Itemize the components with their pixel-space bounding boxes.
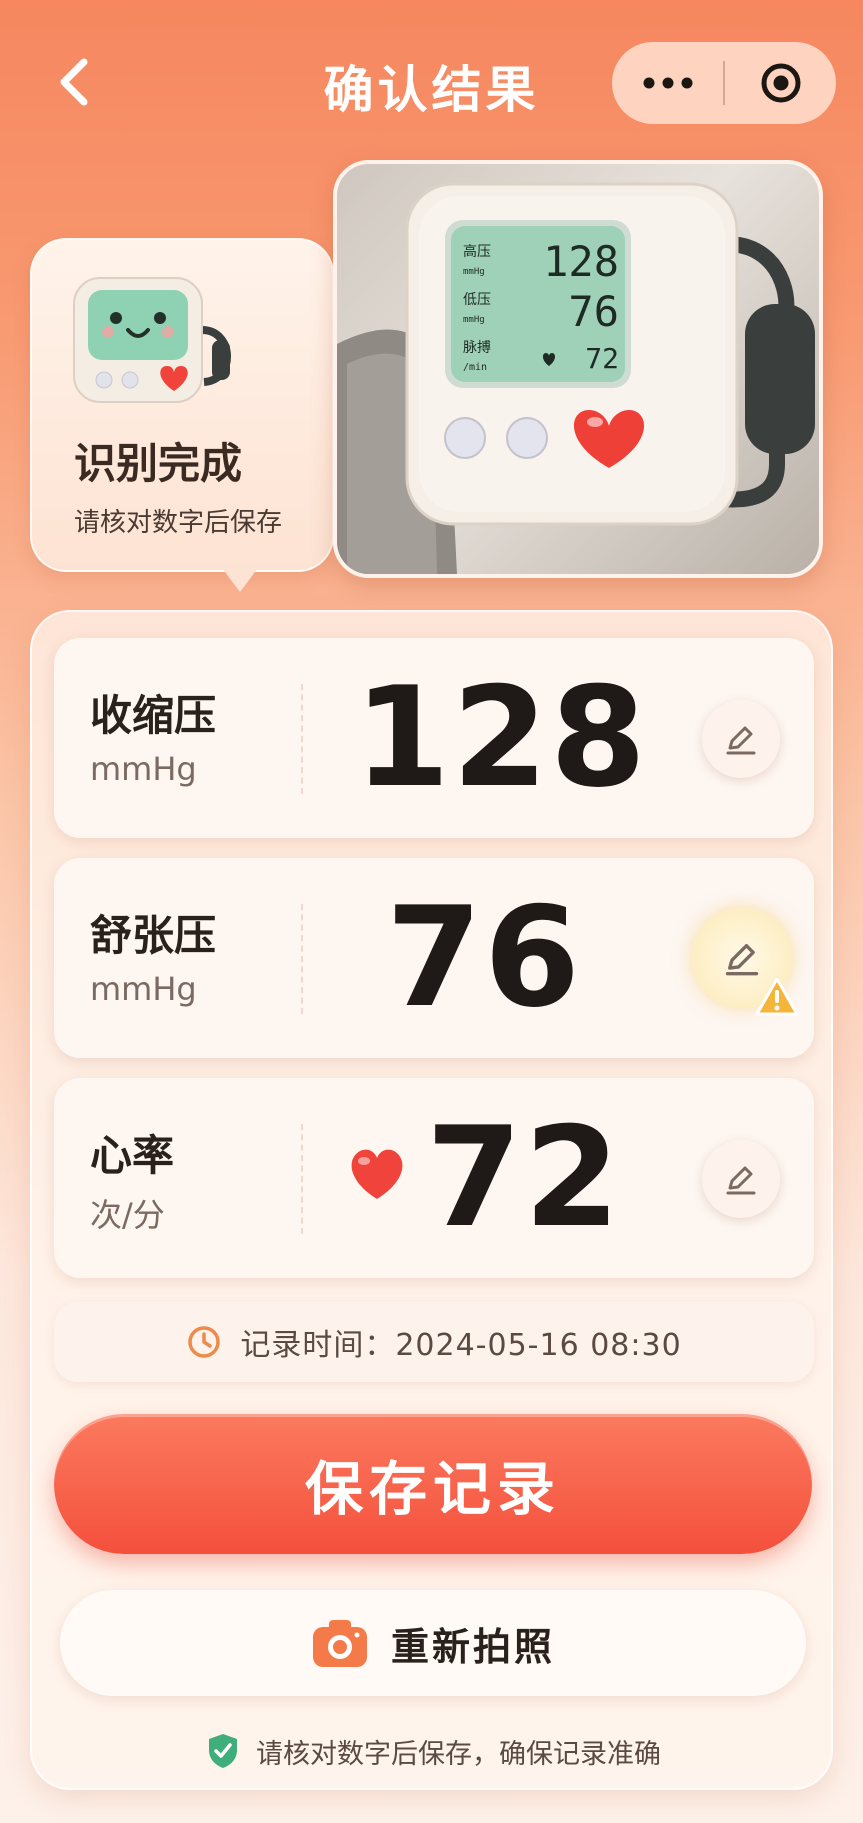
diastolic-reading-row: 舒张压 mmHg 76 [54, 858, 814, 1058]
more-button[interactable] [612, 42, 723, 124]
row-divider [301, 904, 303, 1014]
row-divider [301, 1124, 303, 1234]
pencil-icon [725, 944, 759, 976]
more-dots-icon [643, 77, 692, 89]
systolic-value: 128 [354, 657, 649, 818]
row-divider [301, 684, 303, 794]
blood-pressure-monitor-illustration: 高压 mmHg 128 低压 mmHg 76 脉搏 /min 72 [337, 182, 815, 574]
record-time-row[interactable]: 记录时间：2024-05-16 08:30 [54, 1302, 814, 1382]
recognition-subtitle: 请核对数字后保存 [74, 508, 283, 538]
result-card: 收缩压 mmHg 128 舒张压 mmHg 76 心率 次/分 72 记录时间：… [30, 610, 833, 1790]
device-photo: 高压 mmHg 128 低压 mmHg 76 脉搏 /min 72 [333, 160, 823, 578]
record-time-text: 记录时间：2024-05-16 08:30 [240, 1328, 682, 1363]
recognition-bubble: 识别完成 请核对数字后保存 [30, 238, 334, 592]
heart-rate-label: 心率 [90, 1131, 175, 1180]
pencil-icon [726, 726, 756, 755]
systolic-unit: mmHg [90, 750, 197, 788]
heart-rate-reading-row: 心率 次/分 72 [54, 1078, 814, 1278]
save-record-label: 保存记录 [304, 1455, 561, 1523]
heart-rate-value: 72 [425, 1097, 623, 1258]
mini-program-capsule [612, 42, 836, 124]
retake-photo-label: 重新拍照 [390, 1624, 555, 1669]
diastolic-unit: mmHg [90, 970, 197, 1008]
lcd-pulse-value: 72 [585, 342, 619, 375]
hint-text: 请核对数字后保存，确保记录准确 [256, 1738, 661, 1770]
lcd-systolic-label: 高压 [463, 243, 491, 260]
recognition-title: 识别完成 [74, 439, 243, 488]
systolic-label: 收缩压 [90, 691, 217, 740]
heart-rate-unit: 次/分 [90, 1196, 165, 1234]
mascot-monitor-icon [73, 277, 231, 403]
lcd-diastolic-value: 76 [568, 287, 619, 336]
lcd-systolic-unit: mmHg [463, 267, 485, 277]
clock-icon [186, 1324, 222, 1360]
edit-diastolic-button[interactable] [692, 908, 799, 1016]
lcd-diastolic-label: 低压 [463, 292, 491, 308]
close-miniprogram-button[interactable] [725, 42, 836, 124]
target-icon [761, 63, 800, 103]
lcd-systolic-value: 128 [543, 237, 619, 286]
hint-row: 请核对数字后保存，确保记录准确 [32, 1726, 835, 1776]
camera-icon [311, 1617, 369, 1669]
save-record-button[interactable]: 保存记录 [54, 1414, 812, 1554]
edit-heart-rate-button[interactable] [702, 1140, 780, 1218]
systolic-reading-row: 收缩压 mmHg 128 [54, 638, 814, 838]
lcd-pulse-unit: /min [463, 362, 487, 373]
lcd-diastolic-unit: mmHg [463, 315, 485, 325]
diastolic-value: 76 [385, 877, 583, 1038]
shield-check-icon [206, 1732, 240, 1770]
pencil-icon [726, 1166, 756, 1195]
edit-systolic-button[interactable] [702, 700, 780, 778]
warning-icon [755, 977, 799, 1016]
lcd-pulse-label: 脉搏 [463, 339, 491, 356]
retake-photo-button[interactable]: 重新拍照 [60, 1590, 806, 1696]
header: 确认结果 [0, 0, 863, 170]
heart-icon [351, 1149, 403, 1199]
diastolic-label: 舒张压 [90, 911, 217, 960]
